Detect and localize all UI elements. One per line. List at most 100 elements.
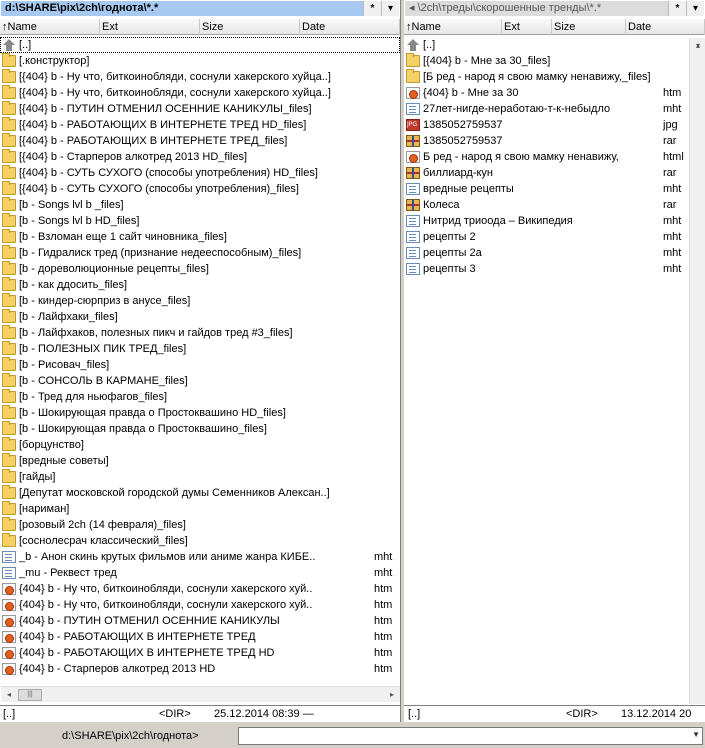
file-row[interactable]: [розовый 2ch (14 февраля)_files] (0, 517, 400, 533)
file-row[interactable]: [b - Songs lvl b HD_files] (0, 213, 400, 229)
file-row[interactable]: [{404} b - СУТЬ СУХОГО (способы употребл… (0, 165, 400, 181)
file-row[interactable]: 1385052759537 rar (404, 133, 689, 149)
file-row[interactable]: [b - Взломан еще 1 сайт чиновника_files] (0, 229, 400, 245)
left-col-date[interactable]: Date (300, 19, 400, 35)
file-name: 1385052759537 (423, 135, 503, 147)
jpg-file-icon (406, 119, 420, 131)
file-row[interactable]: [b - Шокирующая правда о Простоквашино_f… (0, 421, 400, 437)
left-hscroll-thumb[interactable]: ||| (18, 689, 42, 701)
file-row[interactable]: [{404} b - СУТЬ СУХОГО (способы употребл… (0, 181, 400, 197)
left-path-bar[interactable]: d:\SHARE\pix\2ch\годнота\*.* * ▾ (1, 1, 399, 16)
file-row[interactable]: [b - Лайфхаки_files] (0, 309, 400, 325)
file-row[interactable]: [b - Гидралиск тред (признание недееспос… (0, 245, 400, 261)
left-col-name[interactable]: ↑Name (0, 19, 100, 35)
command-history-dropdown-icon[interactable]: ▼ (692, 730, 700, 739)
right-history-dropdown-icon[interactable]: ▾ (686, 1, 704, 16)
file-row[interactable]: [нариман] (0, 501, 400, 517)
file-row[interactable]: [Б ред - народ я свою мамку ненавижу,_fi… (404, 69, 689, 85)
file-name: Колеса (423, 199, 460, 211)
file-row[interactable]: [гайды] (0, 469, 400, 485)
file-row[interactable]: [b - СОНСОЛЬ В КАРМАНЕ_files] (0, 373, 400, 389)
right-vertical-scrollbar[interactable]: ▴ ▾ (689, 38, 705, 704)
file-name: Нитрид триоода – Википедия (423, 215, 573, 227)
command-line-input[interactable]: ▼ (238, 727, 703, 745)
right-col-name[interactable]: ↑Name (404, 19, 502, 35)
folder-icon (2, 133, 16, 147)
file-row[interactable]: 27лет-нигде-неработаю-т-к-небыдло mht (404, 101, 689, 117)
file-row[interactable]: [{404} b - Ну что, биткоинобляди, соснул… (0, 69, 400, 85)
left-col-size[interactable]: Size (200, 19, 300, 35)
file-row[interactable]: [b - Лайфхаков, полезных пикч и гайдов т… (0, 325, 400, 341)
file-row[interactable]: [b - как ддосить_files] (0, 277, 400, 293)
file-row[interactable]: [b - Songs lvl b _files] (0, 197, 400, 213)
file-name: [гайды] (19, 471, 56, 483)
scroll-left-arrow-icon[interactable]: ◂ (1, 687, 17, 703)
left-history-dropdown-icon[interactable]: ▾ (381, 1, 399, 16)
file-row[interactable]: биллиард-кун rar (404, 165, 689, 181)
left-filter-star[interactable]: * (363, 1, 381, 16)
right-path-text[interactable]: ◂ \2ch\треды\скорошенные тренды\*.* (405, 1, 668, 16)
file-ext: rar (663, 199, 677, 211)
file-row[interactable]: {404} b - РАБОТАЮЩИХ В ИНТЕРНЕТЕ ТРЕД htm (0, 629, 400, 645)
command-line-bar: d:\SHARE\pix\2ch\годнота> ▼ (0, 724, 705, 748)
right-col-size[interactable]: Size (552, 19, 626, 35)
file-row[interactable]: {404} b - РАБОТАЮЩИХ В ИНТЕРНЕТЕ ТРЕД HD… (0, 645, 400, 661)
file-ext: htm (374, 615, 393, 627)
file-name: [нариман] (19, 503, 70, 515)
file-row[interactable]: [b - Рисовач_files] (0, 357, 400, 373)
scroll-down-arrow-icon[interactable]: ▾ (690, 38, 705, 54)
file-row[interactable]: {404} b - Старперов алкотред 2013 HD htm (0, 661, 400, 677)
file-row[interactable]: [{404} b - Мне за 30_files] (404, 53, 689, 69)
file-row[interactable]: [b - дореволюционные рецепты_files] (0, 261, 400, 277)
left-horizontal-scrollbar[interactable]: ◂ ||| ▸ (1, 686, 400, 702)
file-row[interactable]: Б ред - народ я свою мамку ненавижу, html (404, 149, 689, 165)
file-name: [b - Songs lvl b _files] (19, 199, 124, 211)
folder-icon (2, 53, 16, 67)
file-row[interactable]: вредные рецепты mht (404, 181, 689, 197)
scroll-right-arrow-icon[interactable]: ▸ (384, 687, 400, 703)
left-col-ext[interactable]: Ext (100, 19, 200, 35)
file-ext: html (663, 151, 684, 163)
right-filter-star[interactable]: * (668, 1, 686, 16)
file-row[interactable]: [{404} b - ПУТИН ОТМЕНИЛ ОСЕННИЕ КАНИКУЛ… (0, 101, 400, 117)
file-row[interactable]: [b - киндер-сюрприз в анусе_files] (0, 293, 400, 309)
file-row[interactable]: {404} b - ПУТИН ОТМЕНИЛ ОСЕННИЕ КАНИКУЛЫ… (0, 613, 400, 629)
file-row[interactable]: [вредные советы] (0, 453, 400, 469)
left-status-bar: [..] <DIR> 25.12.2014 08:39 — (0, 705, 400, 721)
file-row[interactable]: [b - Тред для ньюфагов_files] (0, 389, 400, 405)
left-path-text[interactable]: d:\SHARE\pix\2ch\годнота\*.* (1, 1, 363, 16)
file-row[interactable]: [b - ПОЛЕЗНЫХ ПИК ТРЕД_files] (0, 341, 400, 357)
file-row[interactable]: _b - Анон скинь крутых фильмов или аниме… (0, 549, 400, 565)
file-row[interactable]: 1385052759537 jpg (404, 117, 689, 133)
file-ext: mht (374, 567, 393, 579)
file-row[interactable]: [b - Шокирующая правда о Простоквашино H… (0, 405, 400, 421)
file-row[interactable]: рецепты 2 mht (404, 229, 689, 245)
folder-icon (2, 309, 16, 323)
file-row[interactable]: рецепты 3 mht (404, 261, 689, 277)
file-row[interactable]: [{404} b - Ну что, биткоинобляди, соснул… (0, 85, 400, 101)
file-row[interactable]: Нитрид триоода – Википедия mht (404, 213, 689, 229)
file-row[interactable]: [..] (404, 37, 689, 53)
folder-icon (2, 85, 16, 99)
file-row[interactable]: Колеса rar (404, 197, 689, 213)
folder-icon (2, 213, 16, 227)
right-col-ext[interactable]: Ext (502, 19, 552, 35)
file-row[interactable]: [.конструктор] (0, 53, 400, 69)
file-row[interactable]: [борцунство] (0, 437, 400, 453)
file-row[interactable]: [..] (0, 37, 400, 53)
file-row[interactable]: {404} b - Ну что, биткоинобляди, соснули… (0, 597, 400, 613)
html-file-icon (2, 663, 16, 675)
file-row[interactable]: [{404} b - РАБОТАЮЩИХ В ИНТЕРНЕТЕ ТРЕД H… (0, 117, 400, 133)
file-row[interactable]: [{404} b - Старперов алкотред 2013 HD_fi… (0, 149, 400, 165)
file-row[interactable]: {404} b - Ну что, биткоинобляди, соснули… (0, 581, 400, 597)
folder-icon (2, 149, 16, 163)
file-row[interactable]: рецепты 2а mht (404, 245, 689, 261)
file-row[interactable]: [{404} b - РАБОТАЮЩИХ В ИНТЕРНЕТЕ ТРЕД_f… (0, 133, 400, 149)
right-path-bar[interactable]: ◂ \2ch\треды\скорошенные тренды\*.* * ▾ (405, 1, 704, 16)
file-row[interactable]: [соснолесрач классический_files] (0, 533, 400, 549)
file-name: Б ред - народ я свою мамку ненавижу, (423, 151, 619, 163)
right-col-date[interactable]: Date (626, 19, 705, 35)
file-row[interactable]: {404} b - Мне за 30 htm (404, 85, 689, 101)
file-row[interactable]: _mu - Реквест тред mht (0, 565, 400, 581)
file-row[interactable]: [Депутат московской городской думы Семен… (0, 485, 400, 501)
